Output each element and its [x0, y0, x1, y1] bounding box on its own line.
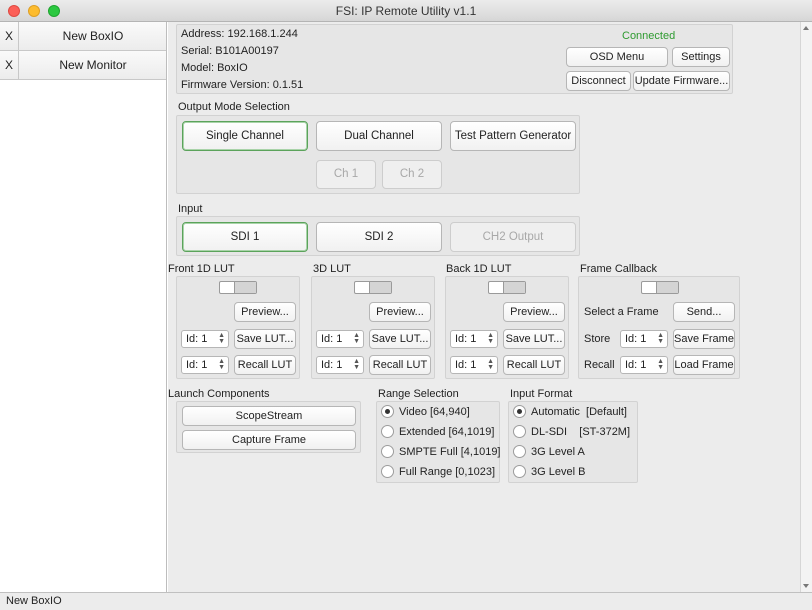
sdi1-button[interactable]: SDI 1: [182, 222, 308, 252]
front-1d-lut-panel: Preview... Id: 1 ▲ ▼ Save LUT... Id: 1 ▲ ▼ R…: [176, 276, 300, 379]
device-list: X New BoxIO X New Monitor: [0, 22, 167, 592]
back-lut-save-id-stepper[interactable]: Id: 1 ▲ ▼: [450, 330, 498, 348]
3d-lut-save-id-stepper[interactable]: Id: 1 ▲ ▼: [316, 330, 364, 348]
single-channel-button[interactable]: Single Channel: [182, 121, 308, 151]
radio-icon: [381, 465, 394, 478]
device-firmware: Firmware Version: 0.1.51: [181, 79, 304, 91]
frame-callback-toggle[interactable]: [641, 281, 679, 294]
output-mode-panel: Single Channel Dual Channel Test Pattern…: [176, 115, 580, 194]
3d-lut-preview-button[interactable]: Preview...: [369, 302, 431, 322]
launch-components-heading: Launch Components: [168, 388, 270, 400]
status-text: New BoxIO: [6, 595, 62, 607]
back-lut-save-button[interactable]: Save LUT...: [503, 329, 565, 349]
capture-frame-button[interactable]: Capture Frame: [182, 430, 356, 450]
input-format-panel: Automatic [Default] DL-SDI [ST-372M] 3G …: [508, 401, 638, 483]
load-frame-button[interactable]: Load Frame: [673, 355, 735, 375]
close-device-button[interactable]: X: [0, 22, 19, 51]
device-info-panel: Address: 192.168.1.244 Serial: B101A0019…: [176, 24, 733, 94]
front-lut-recall-id-stepper[interactable]: Id: 1 ▲ ▼: [181, 356, 229, 374]
3d-lut-recall-button[interactable]: Recall LUT: [369, 355, 431, 375]
minimize-window-icon[interactable]: [28, 5, 40, 17]
title-bar: FSI: IP Remote Utility v1.1: [0, 0, 812, 22]
osd-menu-button[interactable]: OSD Menu: [566, 47, 668, 67]
radio-selected-icon: [381, 405, 394, 418]
frame-callback-panel: Select a Frame Send... Store Id: 1 ▲ ▼ Sav…: [578, 276, 740, 379]
radio-selected-icon: [513, 405, 526, 418]
maximize-window-icon[interactable]: [48, 5, 60, 17]
front-lut-preview-button[interactable]: Preview...: [234, 302, 296, 322]
device-item-boxio[interactable]: X New BoxIO: [0, 22, 166, 51]
settings-button[interactable]: Settings: [672, 47, 730, 67]
input-panel: SDI 1 SDI 2 CH2 Output: [176, 216, 580, 256]
back-1d-lut-toggle[interactable]: [488, 281, 526, 294]
frame-callback-heading: Frame Callback: [580, 263, 658, 275]
back-lut-preview-button[interactable]: Preview...: [503, 302, 565, 322]
recall-id-stepper[interactable]: Id: 1 ▲ ▼: [620, 356, 668, 374]
range-selection-panel: Video [64,940] Extended [64,1019] SMPTE …: [376, 401, 501, 483]
device-item-monitor[interactable]: X New Monitor: [0, 51, 166, 80]
device-label[interactable]: New BoxIO: [20, 22, 166, 51]
radio-icon: [513, 465, 526, 478]
input-format-heading: Input Format: [510, 388, 573, 400]
recall-label: Recall: [584, 359, 615, 371]
close-window-icon[interactable]: [8, 5, 20, 17]
save-frame-button[interactable]: Save Frame: [673, 329, 735, 349]
front-lut-recall-button[interactable]: Recall LUT: [234, 355, 296, 375]
dual-channel-button[interactable]: Dual Channel: [316, 121, 442, 151]
select-frame-label: Select a Frame: [584, 306, 659, 318]
front-1d-lut-heading: Front 1D LUT: [168, 263, 235, 275]
output-mode-heading: Output Mode Selection: [178, 101, 290, 113]
main-panel: Address: 192.168.1.244 Serial: B101A0019…: [168, 22, 800, 592]
front-lut-save-button[interactable]: Save LUT...: [234, 329, 296, 349]
3d-lut-toggle[interactable]: [354, 281, 392, 294]
test-pattern-generator-button[interactable]: Test Pattern Generator: [450, 121, 576, 151]
scroll-down-icon[interactable]: [803, 584, 809, 588]
device-serial: Serial: B101A00197: [181, 45, 279, 57]
radio-icon: [381, 445, 394, 458]
ch2-button[interactable]: Ch 2: [382, 160, 442, 189]
connection-status: Connected: [622, 30, 676, 42]
back-1d-lut-panel: Preview... Id: 1 ▲ ▼ Save LUT... Id: 1 ▲ ▼ R…: [445, 276, 569, 379]
send-frame-button[interactable]: Send...: [673, 302, 735, 322]
radio-icon: [513, 445, 526, 458]
device-model: Model: BoxIO: [181, 62, 248, 74]
back-1d-lut-heading: Back 1D LUT: [446, 263, 512, 275]
back-lut-recall-id-stepper[interactable]: Id: 1 ▲ ▼: [450, 356, 498, 374]
store-label: Store: [584, 333, 611, 345]
launch-components-panel: ScopeStream Capture Frame: [176, 401, 361, 453]
device-label[interactable]: New Monitor: [20, 51, 166, 80]
status-bar: New BoxIO: [0, 592, 812, 610]
3d-lut-save-button[interactable]: Save LUT...: [369, 329, 431, 349]
front-1d-lut-toggle[interactable]: [219, 281, 257, 294]
back-lut-recall-button[interactable]: Recall LUT: [503, 355, 565, 375]
scroll-up-icon[interactable]: [803, 26, 809, 30]
input-heading: Input: [178, 203, 203, 215]
3d-lut-recall-id-stepper[interactable]: Id: 1 ▲ ▼: [316, 356, 364, 374]
scopestream-button[interactable]: ScopeStream: [182, 406, 356, 426]
radio-icon: [513, 425, 526, 438]
3d-lut-panel: Preview... Id: 1 ▲ ▼ Save LUT... Id: 1 ▲ ▼ R…: [311, 276, 435, 379]
ch1-button[interactable]: Ch 1: [316, 160, 376, 189]
range-selection-heading: Range Selection: [378, 388, 459, 400]
close-device-button[interactable]: X: [0, 51, 19, 80]
front-lut-save-id-stepper[interactable]: Id: 1 ▲ ▼: [181, 330, 229, 348]
sdi2-button[interactable]: SDI 2: [316, 222, 442, 252]
vertical-scrollbar[interactable]: [800, 22, 812, 592]
disconnect-button[interactable]: Disconnect: [566, 71, 631, 91]
3d-lut-heading: 3D LUT: [313, 263, 351, 275]
store-id-stepper[interactable]: Id: 1 ▲ ▼: [620, 330, 668, 348]
window-title: FSI: IP Remote Utility v1.1: [335, 4, 477, 18]
update-firmware-button[interactable]: Update Firmware...: [633, 71, 730, 91]
ch2-output-button[interactable]: CH2 Output: [450, 222, 576, 252]
device-address: Address: 192.168.1.244: [181, 28, 298, 40]
radio-icon: [381, 425, 394, 438]
